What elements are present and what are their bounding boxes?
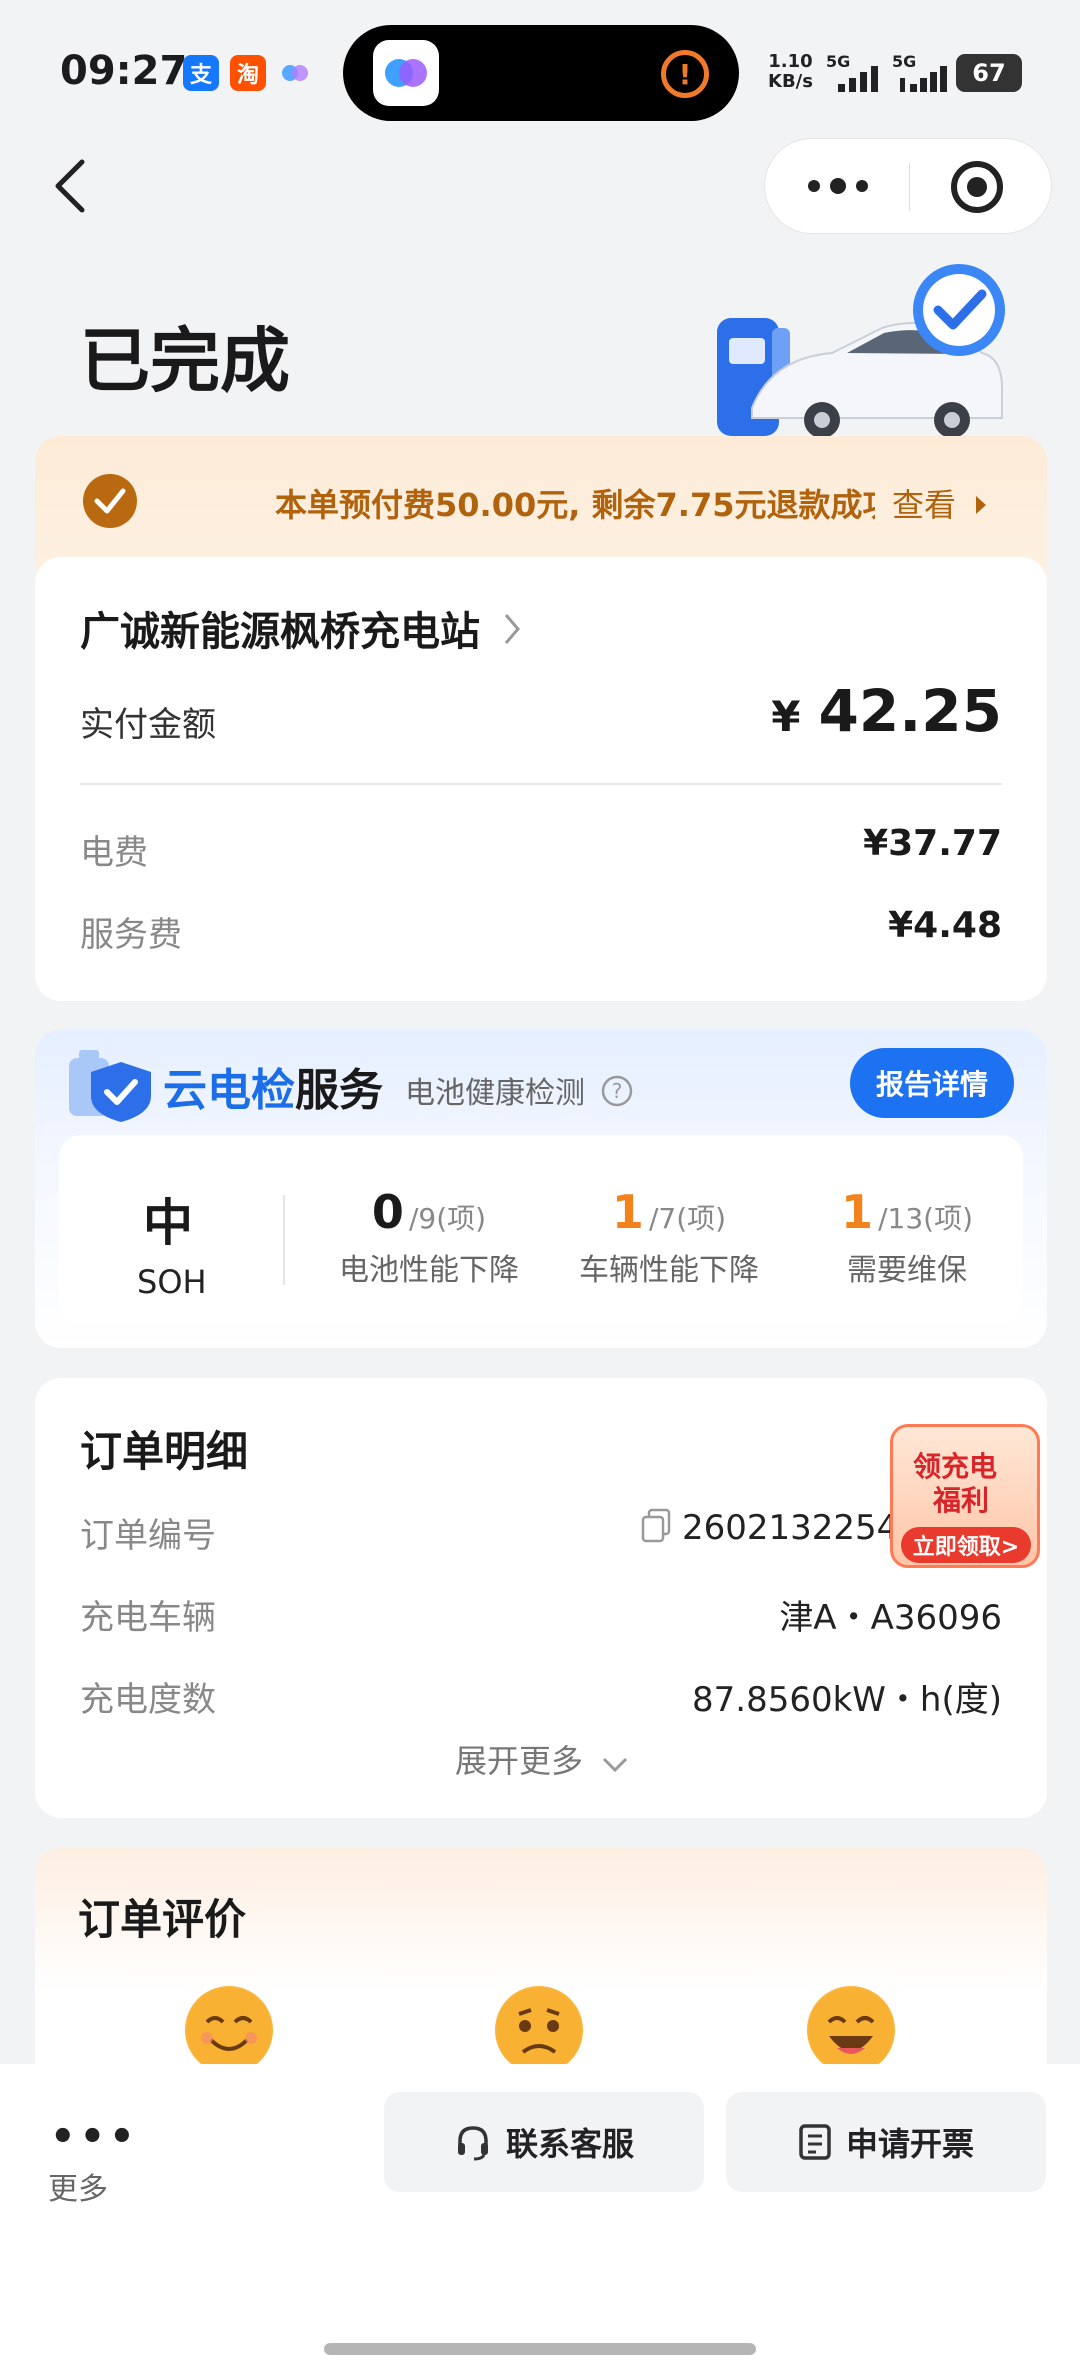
headset-icon xyxy=(457,2126,488,2161)
check-badge-icon xyxy=(83,474,137,528)
soh-label: SOH xyxy=(137,1263,207,1301)
status-time: 09:27 xyxy=(60,48,188,94)
electricity-fee-label: 电费 xyxy=(80,833,148,873)
more-menu-button[interactable] xyxy=(803,161,873,211)
paid-amount-label: 实付金额 xyxy=(80,705,216,745)
order-detail-title: 订单明细 xyxy=(80,1427,249,1476)
expand-more-button[interactable]: 展开更多 xyxy=(455,1736,629,1782)
vehicle-value: 津A・A36096 xyxy=(779,1598,1002,1638)
divider xyxy=(283,1195,285,1285)
capsule-divider xyxy=(909,163,910,211)
svg-text:?: ? xyxy=(611,1079,622,1103)
smile-emoji-icon[interactable] xyxy=(185,1986,273,2074)
network-speed: 1.10 KB/s xyxy=(768,51,813,92)
more-icon[interactable]: ••• xyxy=(50,2114,139,2160)
taobao-icon: 淘 xyxy=(230,55,266,91)
contact-service-button[interactable]: 联系客服 xyxy=(384,2092,704,2192)
sad-emoji-icon[interactable] xyxy=(495,1986,583,2074)
chevron-right-icon xyxy=(502,611,522,657)
report-details-button[interactable]: 报告详情 xyxy=(850,1048,1014,1118)
station-link[interactable]: 广诚新能源枫桥充电站 xyxy=(80,599,522,657)
refund-message: 本单预付费50.00元, 剩余7.75元退款成功 xyxy=(275,486,875,524)
cloud-check-title: 云电检服务 xyxy=(163,1065,383,1116)
promo-line2: 福利 xyxy=(933,1484,990,1517)
app-dot-icon xyxy=(278,58,312,88)
divider xyxy=(80,783,1002,785)
invoice-icon xyxy=(799,2124,831,2160)
refund-view-link[interactable]: 查看 xyxy=(892,480,988,526)
app-icon xyxy=(373,40,439,106)
cloud-check-subtitle: 电池健康检测 ? xyxy=(405,1068,633,1115)
status-bar: 09:27 支 淘 ! 1.10 KB/s 5G 5G 67 xyxy=(0,0,1080,140)
battery-indicator: 67 xyxy=(956,54,1022,92)
chevron-left-icon xyxy=(55,159,85,213)
target-icon xyxy=(951,161,1003,213)
service-fee-value: ¥4.48 xyxy=(888,905,1002,946)
back-button[interactable] xyxy=(40,150,100,222)
help-icon[interactable]: ? xyxy=(601,1075,633,1115)
chevron-down-icon xyxy=(601,1744,629,1782)
soh-value: 中 xyxy=(143,1194,193,1252)
battery-stats: 中 SOH 0 /9(项) 电池性能下降 1 /7(项) 车辆性能下降 1 /1… xyxy=(59,1135,1023,1325)
stat-maintenance[interactable]: 1 /13(项) 需要维保 xyxy=(807,1185,1007,1289)
energy-label: 充电度数 xyxy=(80,1680,216,1720)
alipay-icon: 支 xyxy=(183,55,219,91)
bottom-action-bar: ••• 更多 联系客服 申请开票 xyxy=(0,2064,1080,2376)
promo-claim-button[interactable]: 立即领取> xyxy=(901,1527,1031,1563)
paid-amount: ¥42.25 xyxy=(771,677,1002,745)
order-number-label: 订单编号 xyxy=(80,1516,216,1556)
order-summary-card: 广诚新能源枫桥充电站 实付金额 ¥42.25 电费 ¥37.77 服务费 ¥4.… xyxy=(35,557,1047,1001)
car-charging-illustration xyxy=(712,258,1022,438)
close-mini-program-button[interactable] xyxy=(949,159,1005,215)
shield-battery-icon xyxy=(63,1044,159,1124)
order-review-title: 订单评价 xyxy=(78,1895,247,1944)
charging-welfare-promo[interactable]: 领充电 福利 立即领取> xyxy=(890,1424,1040,1568)
dynamic-island: ! xyxy=(343,25,739,121)
vehicle-label: 充电车辆 xyxy=(80,1598,216,1638)
signal-icon xyxy=(900,64,950,96)
more-label[interactable]: 更多 xyxy=(48,2164,108,2208)
grin-emoji-icon[interactable] xyxy=(807,1986,895,2074)
apply-invoice-button[interactable]: 申请开票 xyxy=(726,2092,1046,2192)
alert-icon: ! xyxy=(661,50,709,98)
page-title: 已完成 xyxy=(80,320,290,402)
home-indicator xyxy=(324,2343,756,2355)
service-fee-label: 服务费 xyxy=(80,915,182,955)
battery-check-card: 云电检服务 电池健康检测 ? 报告详情 中 SOH 0 /9(项) 电池性能下降… xyxy=(35,1030,1047,1348)
copy-icon[interactable] xyxy=(640,1508,680,1548)
caret-right-icon xyxy=(974,486,988,524)
ellipsis-icon xyxy=(808,178,868,194)
electricity-fee-value: ¥37.77 xyxy=(863,823,1002,864)
mini-program-capsule xyxy=(764,138,1052,234)
stat-vehicle-decline[interactable]: 1 /7(项) 车辆性能下降 xyxy=(569,1185,769,1289)
energy-value: 87.8560kW・h(度) xyxy=(692,1680,1002,1720)
signal-icon xyxy=(838,64,884,96)
stat-battery-decline[interactable]: 0 /9(项) 电池性能下降 xyxy=(329,1185,529,1289)
